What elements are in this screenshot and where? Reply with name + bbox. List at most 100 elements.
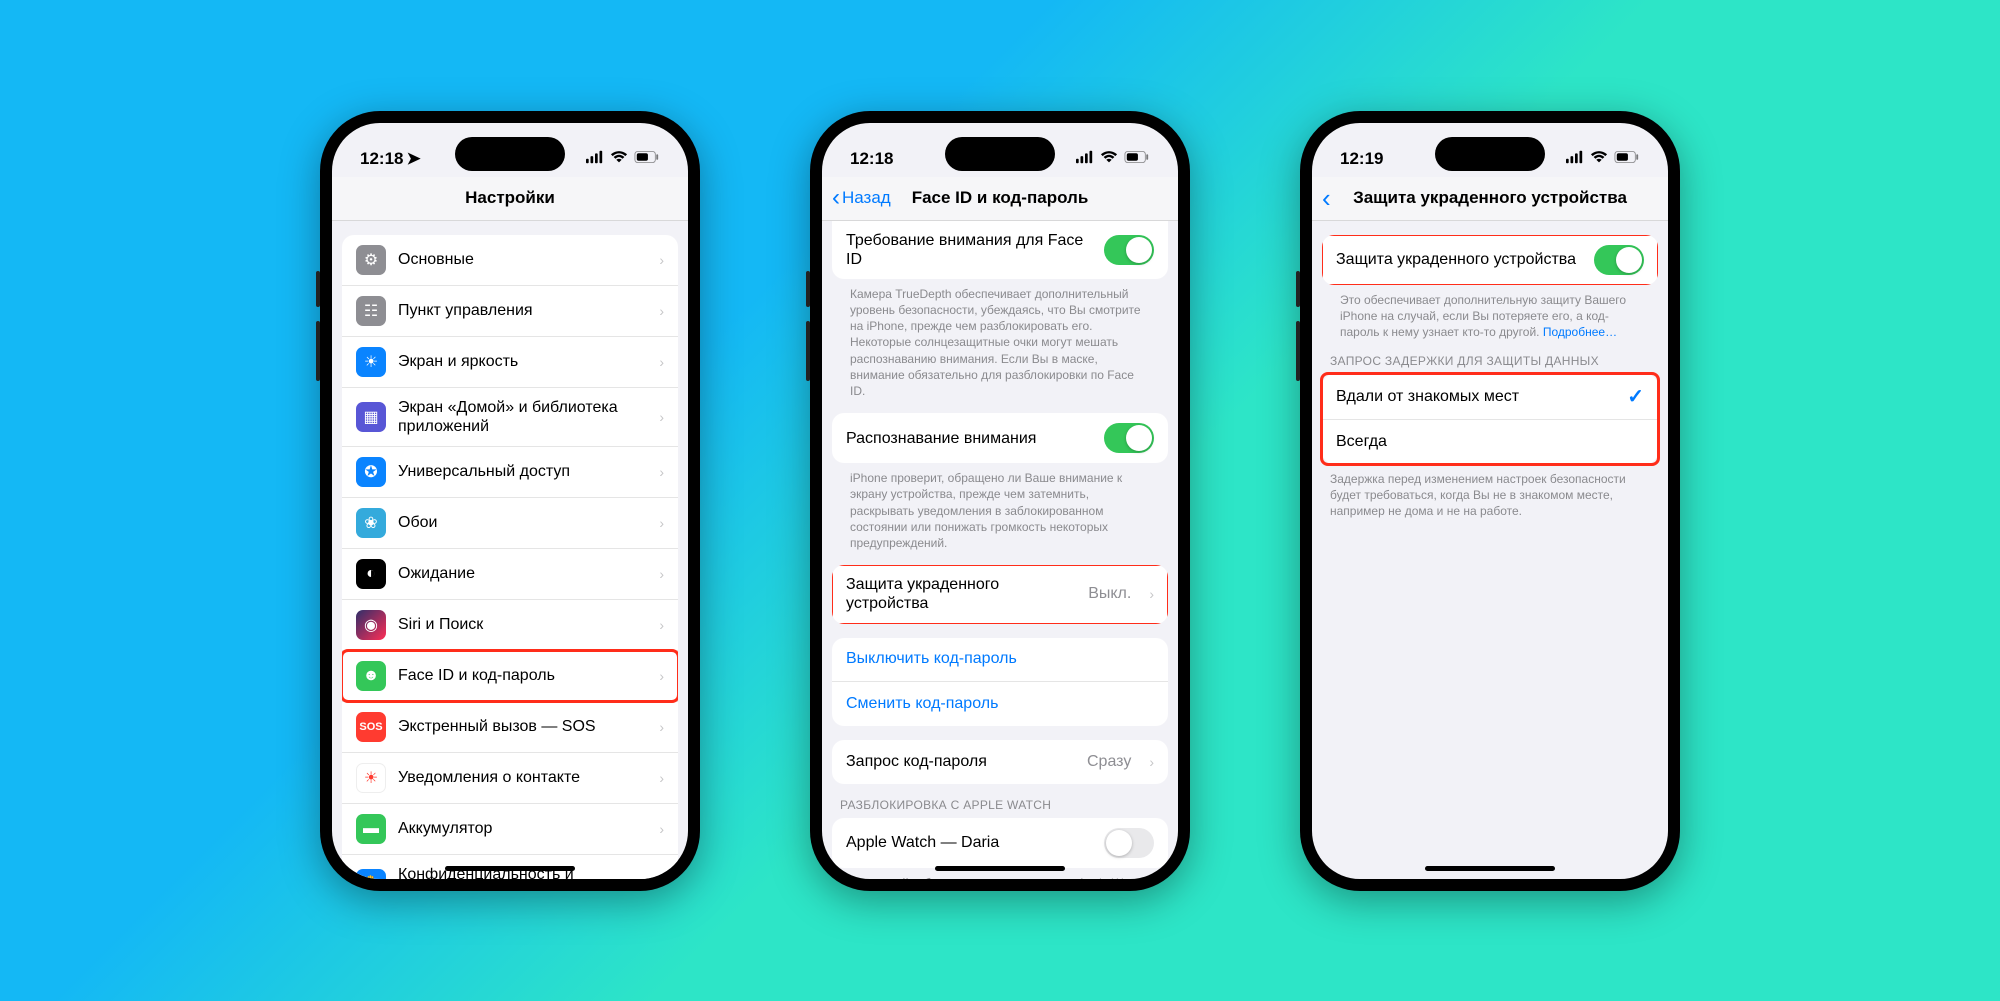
row-emergency-sos[interactable]: SOS Экстренный вызов — SOS › <box>342 702 678 753</box>
row-exposure[interactable]: ☀ Уведомления о контакте › <box>342 753 678 804</box>
row-label: Распознавание внимания <box>846 429 1092 448</box>
grid-icon: ▦ <box>356 402 386 432</box>
row-display[interactable]: ☀ Экран и яркость › <box>342 337 678 388</box>
battery-icon <box>1614 149 1640 169</box>
row-label: Экстренный вызов — SOS <box>398 717 647 736</box>
toggle-watch[interactable] <box>1104 828 1154 858</box>
page-title: Face ID и код-пароль <box>912 188 1089 208</box>
page-title: Защита украденного устройства <box>1353 188 1627 208</box>
row-label: Пункт управления <box>398 301 647 320</box>
row-standby[interactable]: ◐ Ожидание › <box>342 549 678 600</box>
content[interactable]: Требование внимания для Face ID Камера T… <box>822 221 1178 879</box>
screen: 12:18 ‹ Назад Face ID и код-пароль Требо… <box>822 123 1178 879</box>
chevron-right-icon: › <box>659 252 664 268</box>
row-label: Защита украденного устройства <box>846 575 1076 613</box>
sliders-icon: ☷ <box>356 296 386 326</box>
row-label: Экран и яркость <box>398 352 647 371</box>
back-label: Назад <box>842 188 891 208</box>
toggle-aware[interactable] <box>1104 423 1154 453</box>
phone-faceid: 12:18 ‹ Назад Face ID и код-пароль Требо… <box>810 111 1190 891</box>
chevron-right-icon: › <box>1149 586 1154 602</box>
row-stolen-device-protection[interactable]: Защита украденного устройства Выкл. › <box>832 565 1168 623</box>
row-label: Всегда <box>1336 432 1644 451</box>
row-label: Защита украденного устройства <box>1336 250 1582 269</box>
row-label: Запрос код-пароля <box>846 752 1075 771</box>
navbar: ‹ Защита украденного устройства <box>1312 177 1668 221</box>
row-label: Требование внимания для Face ID <box>846 231 1092 269</box>
hand-icon: ✋ <box>356 869 386 878</box>
chevron-right-icon: › <box>659 515 664 531</box>
back-button[interactable]: ‹ <box>1322 183 1331 214</box>
row-control-center[interactable]: ☷ Пункт управления › <box>342 286 678 337</box>
row-label: Универсальный доступ <box>398 462 647 481</box>
screen: 12:18➤ Настройки ⚙Основные› ☷Пункт уп <box>332 123 688 879</box>
dynamic-island <box>945 137 1055 171</box>
toggle-stolen-protection[interactable] <box>1594 245 1644 275</box>
dynamic-island <box>455 137 565 171</box>
row-label: Уведомления о контакте <box>398 768 647 787</box>
row-label: Обои <box>398 513 647 532</box>
footer-stolen: Это обеспечивает дополнительную защиту В… <box>1322 285 1658 341</box>
footer-aware: iPhone проверит, обращено ли Ваше вниман… <box>832 463 1168 551</box>
chevron-left-icon: ‹ <box>1322 183 1331 214</box>
row-require-passcode[interactable]: Запрос код-пароля Сразу › <box>832 740 1168 784</box>
status-time: 12:18 <box>850 149 893 169</box>
row-option-always[interactable]: Всегда <box>1322 420 1658 464</box>
sun-icon: ☀ <box>356 347 386 377</box>
content[interactable]: Защита украденного устройства Это обеспе… <box>1312 221 1668 879</box>
chevron-right-icon: › <box>659 617 664 633</box>
wifi-icon <box>610 149 628 169</box>
chevron-right-icon: › <box>659 464 664 480</box>
chevron-right-icon: › <box>659 409 664 425</box>
footer-delay: Задержка перед изменением настроек безоп… <box>1312 464 1668 520</box>
row-faceid-passcode[interactable]: ☻Face ID и код-пароль› <box>342 651 678 702</box>
toggle-attention[interactable] <box>1104 235 1154 265</box>
row-general[interactable]: ⚙ Основные › <box>342 235 678 286</box>
chevron-right-icon: › <box>1149 754 1154 770</box>
chevron-right-icon: › <box>659 566 664 582</box>
chevron-right-icon: › <box>659 354 664 370</box>
sun-dots-icon: ☀ <box>356 763 386 793</box>
navbar: ‹ Назад Face ID и код-пароль <box>822 177 1178 221</box>
row-siri[interactable]: ◉Siri и Поиск› <box>342 600 678 651</box>
chevron-right-icon: › <box>659 719 664 735</box>
row-value: Сразу <box>1087 753 1131 771</box>
sos-icon: SOS <box>356 712 386 742</box>
chevron-right-icon: › <box>659 303 664 319</box>
row-attention-aware[interactable]: Распознавание внимания <box>832 413 1168 463</box>
location-icon: ➤ <box>406 149 420 169</box>
learn-more-link[interactable]: Подробнее… <box>1543 325 1617 339</box>
row-turn-off-passcode[interactable]: Выключить код-пароль <box>832 638 1168 682</box>
navbar: Настройки <box>332 177 688 221</box>
footer-attention: Камера TrueDepth обеспечивает дополнител… <box>832 279 1168 399</box>
home-indicator[interactable] <box>935 866 1065 871</box>
back-button[interactable]: ‹ Назад <box>832 184 891 212</box>
cellular-icon <box>1566 149 1584 169</box>
row-option-away[interactable]: Вдали от знакомых мест ✓ <box>1322 374 1658 420</box>
gear-icon: ⚙ <box>356 245 386 275</box>
chevron-right-icon: › <box>659 770 664 786</box>
clock-icon: ◐ <box>356 559 386 589</box>
row-battery[interactable]: ▬Аккумулятор› <box>342 804 678 855</box>
row-wallpaper[interactable]: ❀ Обои › <box>342 498 678 549</box>
home-indicator[interactable] <box>1425 866 1555 871</box>
page-title: Настройки <box>465 188 555 208</box>
row-label: Основные <box>398 250 647 269</box>
row-label: Выключить код-пароль <box>846 649 1154 668</box>
phone-stolen-protection: 12:19 ‹ Защита украденного устройства За… <box>1300 111 1680 891</box>
row-label: Ожидание <box>398 564 647 583</box>
flower-icon: ❀ <box>356 508 386 538</box>
accessibility-icon: ✪ <box>356 457 386 487</box>
home-indicator[interactable] <box>445 866 575 871</box>
status-time: 12:19 <box>1340 149 1383 169</box>
row-label: Вдали от знакомых мест <box>1336 387 1615 406</box>
row-stolen-protection-toggle[interactable]: Защита украденного устройства <box>1322 235 1658 285</box>
cellular-icon <box>1076 149 1094 169</box>
row-accessibility[interactable]: ✪ Универсальный доступ › <box>342 447 678 498</box>
row-require-attention[interactable]: Требование внимания для Face ID <box>832 221 1168 279</box>
row-label: Siri и Поиск <box>398 615 647 634</box>
row-apple-watch[interactable]: Apple Watch — Daria <box>832 818 1168 868</box>
row-home-screen[interactable]: ▦Экран «Домой» и библиотека приложений› <box>342 388 678 447</box>
row-change-passcode[interactable]: Сменить код-пароль <box>832 682 1168 726</box>
content[interactable]: ⚙ Основные › ☷ Пункт управления › ☀ Экран и я… <box>332 221 688 879</box>
